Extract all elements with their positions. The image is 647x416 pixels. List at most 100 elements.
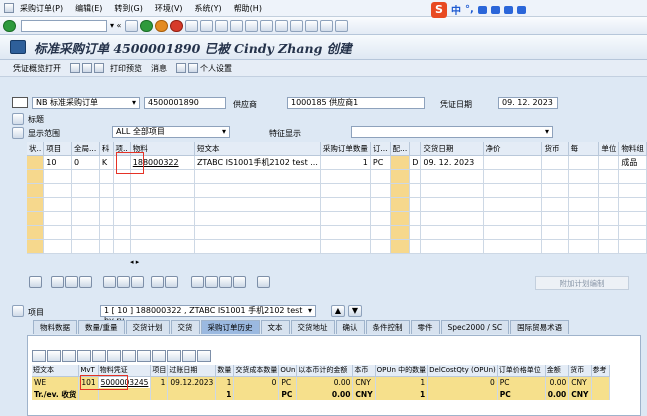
save-icon[interactable]	[125, 19, 139, 32]
prev-page-icon[interactable]	[245, 19, 259, 32]
hist-find-icon[interactable]	[77, 350, 91, 362]
col-qty[interactable]: 采购订单数量	[320, 142, 371, 156]
hist-sum-icon[interactable]	[107, 350, 121, 362]
table-row[interactable]	[27, 225, 647, 240]
hist-info-icon[interactable]	[182, 350, 196, 362]
menu-system[interactable]: 系统(Y)	[195, 3, 222, 14]
next-page-icon[interactable]	[260, 19, 274, 32]
hist-sort-asc-icon[interactable]	[47, 350, 61, 362]
hist-col-qty[interactable]: 数量	[215, 365, 235, 377]
col-flag[interactable]	[409, 142, 422, 156]
keyboard-icon[interactable]	[490, 5, 500, 14]
col-global[interactable]: 全局...	[71, 142, 100, 156]
additional-planning-button[interactable]: 附加计划编制	[535, 276, 629, 290]
insert-icon[interactable]	[151, 276, 164, 288]
menu-help[interactable]: 帮助(H)	[234, 3, 262, 14]
hist-col-cur2[interactable]: 货币	[568, 365, 592, 377]
shortcut-icon[interactable]	[305, 19, 319, 32]
hist-graphic-icon[interactable]	[167, 350, 181, 362]
exit-icon[interactable]	[155, 19, 169, 32]
copy-icon[interactable]	[79, 276, 92, 288]
settings-icon[interactable]	[188, 63, 198, 73]
hist-col-delcost[interactable]: DelCostQty (OPUn)	[427, 365, 498, 377]
enter-icon[interactable]	[3, 19, 16, 32]
menu-goto[interactable]: 转到(G)	[114, 3, 142, 14]
deselect-icon[interactable]	[65, 276, 78, 288]
new-doc-icon[interactable]	[70, 63, 80, 73]
hist-sort-desc-icon[interactable]	[62, 350, 76, 362]
tab-po-history[interactable]: 采购订单历史	[200, 320, 260, 334]
tab-delivery-schedule[interactable]: 交货计划	[125, 320, 170, 334]
menu-purchase-order[interactable]: 采购订单(P)	[20, 3, 63, 14]
delete-icon[interactable]	[103, 276, 116, 288]
select-all-icon[interactable]	[51, 276, 64, 288]
tab-texts[interactable]: 文本	[260, 320, 290, 334]
hist-col-opu[interactable]: 订单价格单位	[497, 365, 546, 377]
export-icon[interactable]	[257, 276, 270, 288]
print-preview-button[interactable]: 打印预览	[110, 63, 142, 74]
hist-print-icon[interactable]	[122, 350, 136, 362]
menu-edit[interactable]: 编辑(E)	[75, 3, 102, 14]
hist-filter-icon[interactable]	[92, 350, 106, 362]
hist-col-text[interactable]: 短文本	[32, 365, 80, 377]
table-row[interactable]	[27, 183, 647, 198]
vendor-field[interactable]: 1000185 供应商1	[287, 97, 425, 109]
hist-col-cur[interactable]: 本币	[352, 365, 376, 377]
order-type-select[interactable]: NB 标准采购订单 ▾	[32, 97, 140, 109]
paste-icon[interactable]	[165, 276, 178, 288]
back-icon[interactable]	[140, 19, 154, 32]
scroll-arrows[interactable]: ◂ ▸	[130, 258, 139, 266]
doc-date-field[interactable]: 09. 12. 2023	[498, 97, 558, 109]
col-item[interactable]: 项目	[43, 142, 73, 156]
col-config[interactable]: 配...	[390, 142, 411, 156]
ime-punctuation[interactable]: °,	[465, 4, 474, 15]
change-icon[interactable]	[94, 63, 104, 73]
personal-settings-button[interactable]: 个人设置	[200, 63, 232, 74]
unblock-icon[interactable]	[131, 276, 144, 288]
hist-col-ref[interactable]: 参考	[591, 365, 610, 377]
tab-delivery-address[interactable]: 交货地址	[290, 320, 335, 334]
hist-col-opun-qty[interactable]: OPUn 中的数量	[375, 365, 429, 377]
block-icon[interactable]	[117, 276, 130, 288]
hist-layout-icon[interactable]	[152, 350, 166, 362]
table-row[interactable]	[27, 197, 647, 212]
col-net-price[interactable]: 净价	[483, 142, 543, 156]
hist-col-date[interactable]: 过账日期	[167, 365, 217, 377]
first-page-icon[interactable]	[230, 19, 244, 32]
new-session-icon[interactable]	[290, 19, 304, 32]
col-material-group[interactable]: 物料组	[618, 142, 647, 156]
feature-display-select[interactable]: ▾	[351, 126, 553, 138]
tab-incoterms[interactable]: 国际贸易术语	[510, 320, 570, 334]
sort-asc-icon[interactable]	[191, 276, 204, 288]
help-icon[interactable]	[320, 19, 334, 32]
tools-icon[interactable]	[516, 5, 526, 14]
tab-confirmations[interactable]: 确认	[335, 320, 365, 334]
cancel-icon[interactable]	[170, 19, 184, 32]
table-row[interactable]	[27, 211, 647, 226]
item-detail-expand-icon[interactable]	[12, 305, 24, 317]
mic-icon[interactable]	[477, 5, 487, 14]
details-icon[interactable]	[29, 276, 42, 288]
doc-overview-button[interactable]: 凭证概览打开	[13, 63, 61, 74]
layout-select-icon[interactable]	[233, 276, 246, 288]
window-icon[interactable]	[4, 3, 14, 13]
hist-export-icon[interactable]	[137, 350, 151, 362]
last-page-icon[interactable]	[275, 19, 289, 32]
display-range-select[interactable]: ALL 全部项目 ▾	[112, 126, 230, 138]
col-per[interactable]: 每	[568, 142, 600, 156]
col-status[interactable]: 状..	[27, 142, 45, 156]
col-short-text[interactable]: 短文本	[194, 142, 321, 156]
col-unit[interactable]: 单位	[598, 142, 620, 156]
tab-quantity-weight[interactable]: 数量/重量	[78, 320, 125, 334]
col-order-unit[interactable]: 订...	[370, 142, 391, 156]
sogou-logo[interactable]: S	[431, 1, 447, 18]
filter-icon[interactable]	[219, 276, 232, 288]
item-overview-expand-icon[interactable]	[12, 127, 24, 139]
hist-col-amount[interactable]: 以本币计的金额	[296, 365, 354, 377]
col-acct[interactable]: 科	[99, 142, 114, 156]
col-currency[interactable]: 货币	[541, 142, 569, 156]
header-expand-icon[interactable]	[12, 113, 24, 125]
layout-icon[interactable]	[335, 19, 349, 32]
menu-environment[interactable]: 环境(V)	[155, 3, 183, 14]
info-icon[interactable]	[176, 63, 186, 73]
